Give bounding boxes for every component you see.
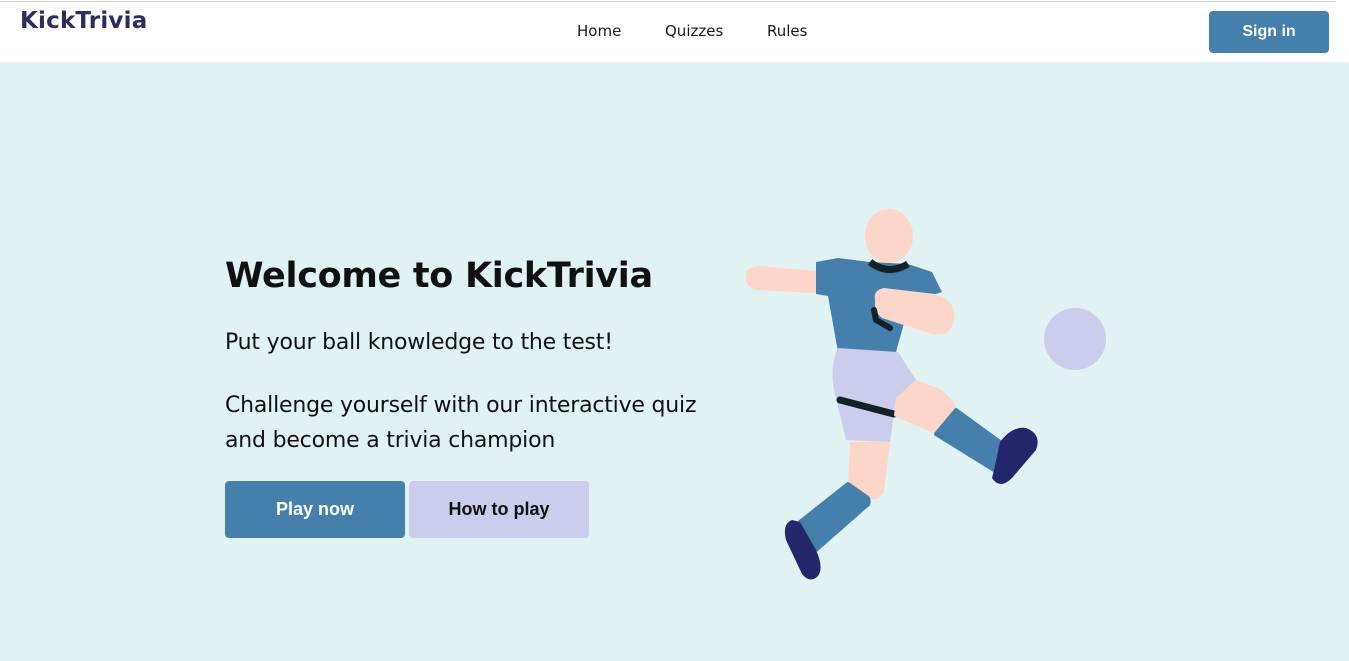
site-logo[interactable]: KickTrivia: [20, 8, 147, 34]
top-nav-bar: KickTrivia Home Quizzes Rules Sign in: [0, 0, 1349, 62]
player-head: [865, 209, 913, 263]
nav-rules-link[interactable]: Rules: [767, 22, 807, 40]
player-kicking-boot: [992, 427, 1038, 484]
how-to-play-button[interactable]: How to play: [409, 481, 589, 538]
football-icon: [1044, 308, 1106, 370]
hero-description: Challenge yourself with our interactive …: [225, 393, 697, 453]
nav-home-link[interactable]: Home: [577, 22, 621, 40]
header-divider: [0, 1, 1336, 2]
play-now-button[interactable]: Play now: [225, 481, 405, 538]
football-player-illustration: [745, 209, 1106, 580]
sign-in-button[interactable]: Sign in: [1209, 11, 1329, 53]
nav-quizzes-link[interactable]: Quizzes: [665, 22, 723, 40]
hero-title: Welcome to KickTrivia: [225, 256, 653, 296]
hero-tagline: Put your ball knowledge to the test!: [225, 330, 613, 355]
hero-section: Welcome to KickTrivia Put your ball know…: [0, 62, 1349, 661]
